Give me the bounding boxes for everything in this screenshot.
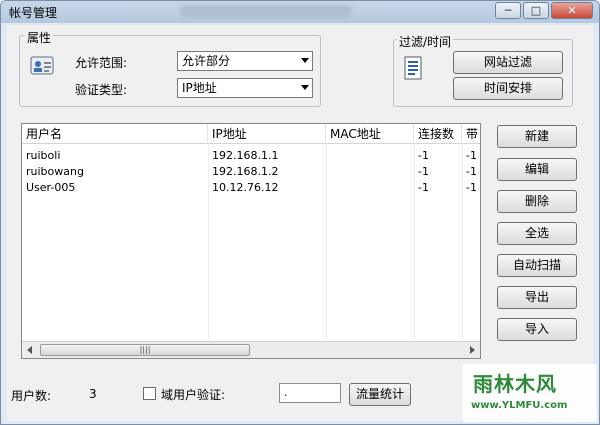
column-header-username[interactable]: 用户名 [22,124,208,144]
auth-type-label: 验证类型: [75,83,128,97]
watermark-url: www.YLMFU.com [471,400,568,411]
user-count-label: 用户数: [11,389,52,403]
cell-ip: 10.12.76.12 [212,181,279,194]
cell-mac [326,180,330,196]
horizontal-scrollbar[interactable]: |||| [22,341,480,358]
auth-type-value: IP地址 [182,81,217,95]
document-icon [401,55,427,83]
cell-connections: -1 [418,149,429,162]
auth-type-select[interactable]: IP地址 [177,78,313,98]
cell-ip: 192.168.1.2 [212,165,279,178]
allow-range-select[interactable]: 允许部分 [177,51,313,71]
export-button[interactable]: 导出 [497,286,577,309]
user-count-value: 3 [89,387,97,401]
cell-ip: 192.168.1.1 [212,149,279,162]
watermark-logo: 雨林木风 [473,372,557,396]
chevron-down-icon [301,85,309,90]
blurred-address-bar [181,5,351,17]
cell-bandwidth: -1 [466,149,477,162]
new-button[interactable]: 新建 [497,125,577,148]
select-all-button[interactable]: 全选 [497,222,577,245]
cell-username: ruiboli [26,149,61,162]
time-schedule-button[interactable]: 时间安排 [453,77,563,100]
column-header-mac[interactable]: MAC地址 [326,124,414,144]
auto-scan-button[interactable]: 自动扫描 [497,254,577,277]
properties-group-title: 属性 [25,29,54,46]
cell-connections: -1 [418,165,429,178]
column-header-ip[interactable]: IP地址 [208,124,326,144]
scroll-right-icon[interactable] [470,346,475,354]
cell-connections: -1 [418,181,429,194]
account-management-window: 帐号管理 ─ □ ✕ 属性 允许范围: 允许部分 验证类型: IP地址 过滤/时… [0,0,600,425]
edit-button[interactable]: 编辑 [497,158,577,181]
allow-range-label: 允许范围: [75,56,128,70]
traffic-stats-button[interactable]: 流量统计 [349,383,411,406]
domain-field[interactable]: . [279,383,341,403]
cell-username: ruibowang [26,165,84,178]
filter-time-group-title: 过滤/时间 [397,33,454,50]
minimize-button[interactable]: ─ [495,2,521,19]
scroll-left-icon[interactable] [27,346,32,354]
cell-mac [326,164,330,180]
maximize-button[interactable]: □ [523,2,549,19]
chevron-down-icon [301,58,309,63]
website-filter-button[interactable]: 网站过滤 [453,51,563,74]
domain-auth-checkbox[interactable] [143,387,156,400]
title-bar[interactable]: 帐号管理 ─ □ ✕ [1,1,599,23]
table-header: 用户名 IP地址 MAC地址 连接数 带 [22,124,480,144]
domain-auth-label: 域用户验证: [161,388,226,402]
close-button[interactable]: ✕ [551,2,593,19]
column-header-bandwidth[interactable]: 带 [462,124,480,144]
import-button[interactable]: 导入 [497,318,577,341]
cell-username: User-005 [26,181,76,194]
cell-mac [326,148,330,164]
window-title: 帐号管理 [9,6,58,20]
user-card-icon [29,53,55,79]
column-header-connections[interactable]: 连接数 [414,124,462,144]
delete-button[interactable]: 删除 [497,190,577,213]
user-list-table[interactable]: 用户名 IP地址 MAC地址 连接数 带 ruiboli 192.168.1.1… [21,123,481,359]
cell-bandwidth: -1 [466,165,477,178]
scrollbar-thumb[interactable]: |||| [40,344,250,356]
cell-bandwidth: -1 [466,181,477,194]
allow-range-value: 允许部分 [182,54,231,68]
watermark: 雨林木风 www.YLMFU.com [463,364,597,422]
